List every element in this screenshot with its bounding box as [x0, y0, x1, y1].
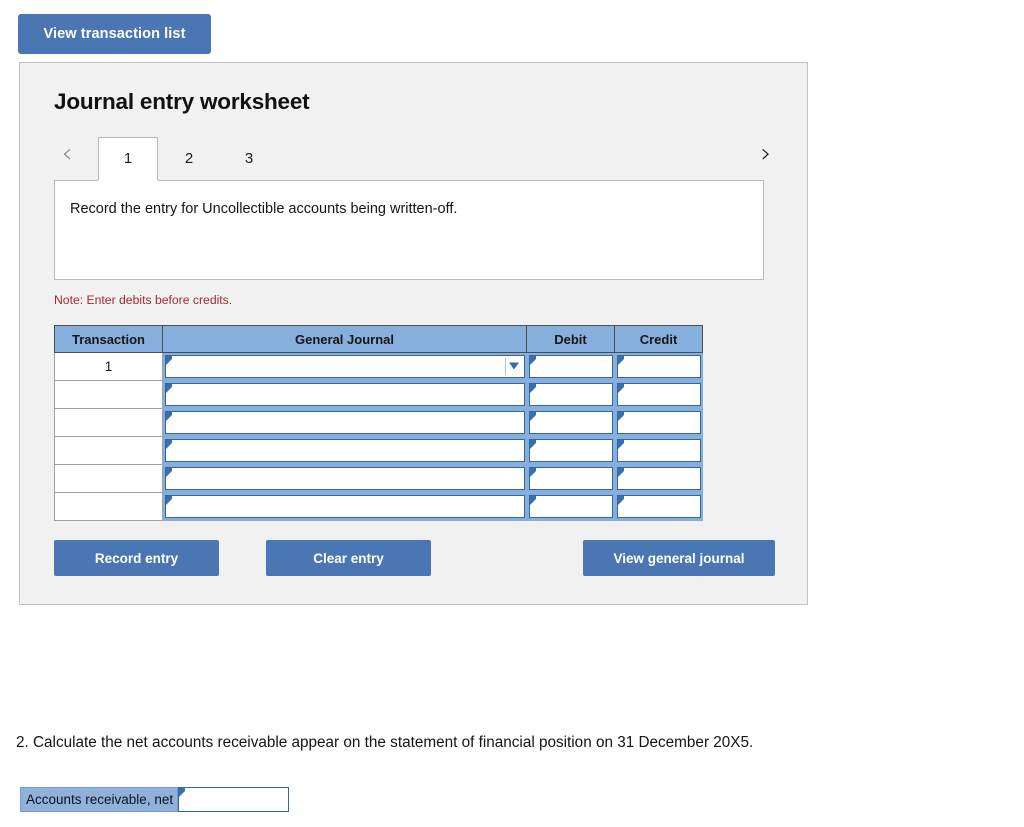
- credit-input-2[interactable]: [616, 382, 701, 406]
- previous-entry-chevron-left-icon[interactable]: ‹: [54, 137, 80, 171]
- debit-input-3[interactable]: [528, 410, 613, 434]
- debit-input-6[interactable]: [528, 494, 613, 518]
- question-2-text: 2. Calculate the net accounts receivable…: [16, 734, 754, 751]
- debit-input-1[interactable]: [528, 354, 613, 378]
- cell-general-journal[interactable]: [162, 436, 527, 465]
- cell-debit[interactable]: [526, 436, 615, 465]
- cell-general-journal[interactable]: [162, 408, 527, 437]
- cell-transaction-number: [54, 464, 163, 493]
- table-row: [54, 464, 703, 493]
- next-entry-chevron-right-icon[interactable]: ›: [753, 137, 779, 171]
- cell-credit[interactable]: [614, 464, 703, 493]
- cell-general-journal[interactable]: [162, 380, 527, 409]
- cell-general-journal[interactable]: [162, 464, 527, 493]
- cell-transaction-number: [54, 436, 163, 465]
- accounts-receivable-net-input[interactable]: [178, 787, 290, 812]
- cell-debit[interactable]: [526, 352, 615, 381]
- credit-input-4[interactable]: [616, 438, 701, 462]
- table-row: [54, 492, 703, 521]
- cell-debit[interactable]: [526, 492, 615, 521]
- cell-credit[interactable]: [614, 380, 703, 409]
- tab-entry-2[interactable]: 2: [160, 137, 218, 181]
- cell-general-journal[interactable]: [162, 352, 527, 381]
- cell-transaction-number: [54, 492, 163, 521]
- account-select-2[interactable]: [165, 382, 525, 406]
- cell-general-journal[interactable]: [162, 492, 527, 521]
- general-journal-table: Transaction General Journal Debit Credit…: [54, 325, 703, 521]
- cell-transaction-number: [54, 408, 163, 437]
- column-header-general-journal: General Journal: [162, 325, 527, 353]
- chevron-down-icon[interactable]: [508, 362, 519, 370]
- view-general-journal-button[interactable]: View general journal: [583, 540, 775, 576]
- credit-input-1[interactable]: [616, 354, 701, 378]
- page-title: Journal entry worksheet: [54, 89, 310, 114]
- table-row: 1: [54, 352, 703, 381]
- account-select-1[interactable]: [165, 354, 525, 378]
- cell-transaction-number: [54, 380, 163, 409]
- cell-debit[interactable]: [526, 464, 615, 493]
- account-select-5[interactable]: [165, 466, 525, 490]
- cell-debit[interactable]: [526, 408, 615, 437]
- worksheet-tabstrip: ‹ 1 2 3 ›: [54, 131, 779, 181]
- record-entry-button[interactable]: Record entry: [54, 540, 219, 576]
- accounts-receivable-net-label: Accounts receivable, net: [20, 787, 179, 812]
- cell-credit[interactable]: [614, 408, 703, 437]
- cell-credit[interactable]: [614, 436, 703, 465]
- clear-entry-button[interactable]: Clear entry: [266, 540, 431, 576]
- tab-entry-1[interactable]: 1: [98, 137, 158, 181]
- account-select-3[interactable]: [165, 410, 525, 434]
- tab-entry-3[interactable]: 3: [220, 137, 278, 181]
- column-header-transaction: Transaction: [54, 325, 163, 353]
- cell-credit[interactable]: [614, 352, 703, 381]
- cell-credit[interactable]: [614, 492, 703, 521]
- credit-input-5[interactable]: [616, 466, 701, 490]
- view-transaction-list-button[interactable]: View transaction list: [18, 14, 211, 54]
- journal-table-body: 1: [54, 352, 703, 521]
- cell-debit[interactable]: [526, 380, 615, 409]
- credit-input-3[interactable]: [616, 410, 701, 434]
- debit-input-2[interactable]: [528, 382, 613, 406]
- accounts-receivable-net-row: Accounts receivable, net: [20, 787, 290, 812]
- column-header-credit: Credit: [614, 325, 703, 353]
- table-row: [54, 380, 703, 409]
- debit-input-4[interactable]: [528, 438, 613, 462]
- table-header-row: Transaction General Journal Debit Credit: [54, 325, 703, 353]
- instruction-text: Record the entry for Uncollectible accou…: [70, 201, 458, 217]
- debit-input-5[interactable]: [528, 466, 613, 490]
- debits-before-credits-note: Note: Enter debits before credits.: [54, 293, 233, 307]
- account-select-6[interactable]: [165, 494, 525, 518]
- dropdown-separator: [504, 357, 506, 375]
- cell-transaction-number: 1: [54, 352, 163, 381]
- column-header-debit: Debit: [526, 325, 615, 353]
- instruction-box: Record the entry for Uncollectible accou…: [54, 180, 764, 280]
- table-row: [54, 408, 703, 437]
- journal-entry-worksheet-panel: Journal entry worksheet ‹ 1 2 3 › Record…: [19, 62, 808, 605]
- account-select-4[interactable]: [165, 438, 525, 462]
- credit-input-6[interactable]: [616, 494, 701, 518]
- table-row: [54, 436, 703, 465]
